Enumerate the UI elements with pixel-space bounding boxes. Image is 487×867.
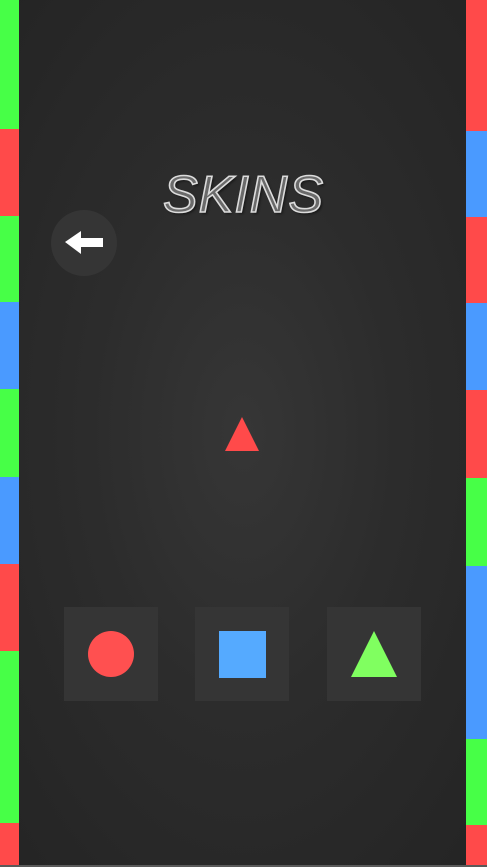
skin-preview [224, 415, 262, 458]
left-color-stripe [0, 0, 19, 867]
stripe-segment-red [0, 823, 19, 867]
stripe-segment-blue [0, 302, 19, 389]
stripe-segment-blue [466, 303, 487, 390]
back-button[interactable] [51, 210, 117, 276]
stripe-segment-red [466, 390, 487, 478]
triangle-icon [351, 631, 397, 677]
stripe-segment-green [0, 651, 19, 823]
skin-option-square[interactable] [195, 607, 289, 701]
stripe-segment-red [466, 825, 487, 867]
stripe-segment-red [466, 0, 487, 131]
stripe-segment-green [0, 389, 19, 477]
stripe-segment-green [466, 739, 487, 825]
square-icon [219, 631, 266, 678]
preview-triangle-icon [225, 417, 259, 451]
stripe-segment-blue [466, 566, 487, 739]
stripe-segment-green [466, 478, 487, 566]
stripe-segment-green [0, 216, 19, 302]
right-color-stripe [466, 0, 487, 867]
game-screen: SKINS [0, 0, 487, 867]
arrow-left-icon [65, 231, 103, 254]
skin-option-triangle[interactable] [327, 607, 421, 701]
stripe-segment-blue [0, 477, 19, 564]
stripe-segment-green [0, 0, 19, 129]
stripe-segment-red [466, 217, 487, 303]
skin-option-circle[interactable] [64, 607, 158, 701]
circle-icon [88, 631, 134, 677]
stripe-segment-red [0, 564, 19, 651]
